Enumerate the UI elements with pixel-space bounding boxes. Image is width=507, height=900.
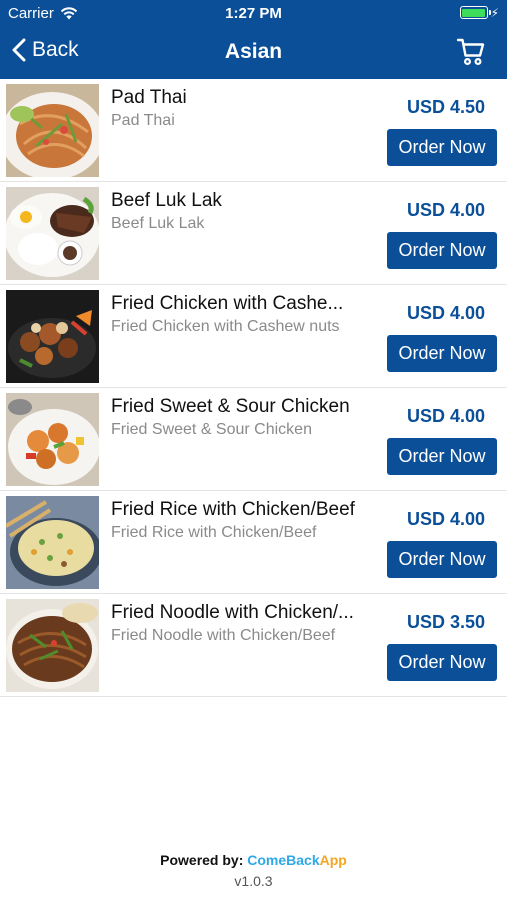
powered-by-line: Powered by: ComeBackApp [0,852,507,868]
status-time: 1:27 PM [225,5,282,22]
food-image [6,290,99,383]
item-price: USD 4.00 [406,406,485,426]
menu-item[interactable]: Fried Rice with Chicken/Beef Fried Rice … [0,491,507,594]
item-name: Fried Sweet & Sour Chicken [111,396,350,417]
battery-indicator: ⚡ [459,5,499,20]
menu-item[interactable]: Fried Chicken with Cashe... Fried Chicke… [0,285,507,388]
food-image [6,393,99,486]
order-now-button[interactable]: Order Now [387,335,497,372]
header: Carrier 1:27 PM ⚡ Back Asian [0,0,507,79]
menu-item[interactable]: Beef Luk Lak Beef Luk Lak USD 4.00 Order… [0,182,507,285]
food-image [6,84,99,177]
item-name: Fried Noodle with Chicken/... [111,602,354,623]
item-name: Beef Luk Lak [111,190,222,211]
brand-name-part1: ComeBack [247,852,320,868]
order-now-button[interactable]: Order Now [387,129,497,166]
cart-icon [457,38,485,66]
battery-icon [459,6,491,19]
cart-button[interactable] [457,38,485,66]
item-price: USD 4.00 [406,200,485,220]
item-price: USD 3.50 [406,612,485,632]
brand-name-part2: App [319,852,347,868]
order-now-button[interactable]: Order Now [387,438,497,475]
menu-list: Pad Thai Pad Thai USD 4.50 Order Now Bee… [0,79,507,697]
app-version: v1.0.3 [234,873,273,889]
item-description: Pad Thai [111,112,175,129]
item-description: Fried Sweet & Sour Chicken [111,421,312,438]
back-button[interactable]: Back [12,38,79,62]
menu-item[interactable]: Pad Thai Pad Thai USD 4.50 Order Now [0,79,507,182]
charging-bolt-icon: ⚡ [490,5,499,20]
item-description: Fried Rice with Chicken/Beef [111,524,317,541]
back-label: Back [32,38,79,61]
item-name: Fried Chicken with Cashe... [111,293,344,314]
navigation-bar: Back Asian [0,28,507,79]
food-image [6,187,99,280]
powered-by-label: Powered by: [160,852,244,868]
item-description: Fried Noodle with Chicken/Beef [111,627,336,644]
food-image [6,496,99,589]
order-now-button[interactable]: Order Now [387,232,497,269]
item-name: Fried Rice with Chicken/Beef [111,499,355,520]
app-screen: Carrier 1:27 PM ⚡ Back Asian Pad Thai Pa… [0,0,507,900]
item-name: Pad Thai [111,87,187,108]
chevron-left-icon [12,38,26,62]
order-now-button[interactable]: Order Now [387,541,497,578]
item-price: USD 4.50 [406,97,485,117]
order-now-button[interactable]: Order Now [387,644,497,681]
item-description: Beef Luk Lak [111,215,205,232]
food-image [6,599,99,692]
item-price: USD 4.00 [406,509,485,529]
menu-item[interactable]: Fried Sweet & Sour Chicken Fried Sweet &… [0,388,507,491]
menu-item[interactable]: Fried Noodle with Chicken/... Fried Nood… [0,594,507,697]
footer: Powered by: ComeBackApp v1.0.3 [0,852,507,889]
item-description: Fried Chicken with Cashew nuts [111,318,340,335]
item-price: USD 4.00 [406,303,485,323]
status-bar: Carrier 1:27 PM ⚡ [0,0,507,28]
